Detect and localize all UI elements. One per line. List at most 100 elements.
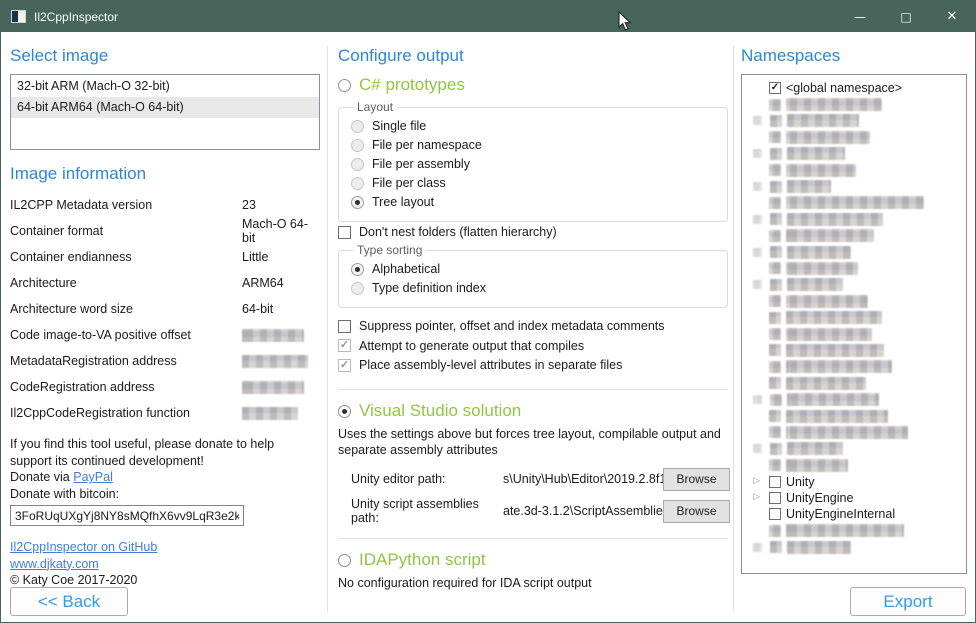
maximize-icon[interactable]: □ <box>883 1 929 32</box>
redacted-label <box>787 114 859 127</box>
namespace-item-redacted[interactable] <box>753 408 962 424</box>
layout-option[interactable]: File per namespace <box>351 136 717 154</box>
redacted-label <box>787 180 831 193</box>
redacted-expander <box>753 182 762 191</box>
namespace-item-redacted[interactable] <box>753 129 962 145</box>
output-option-checkbox[interactable]: ✓Place assembly-level attributes in sepa… <box>338 356 730 374</box>
output-option-checkbox-label: Suppress pointer, offset and index metad… <box>359 319 665 333</box>
github-link[interactable]: Il2CppInspector on GitHub <box>10 540 157 554</box>
namespace-item-redacted[interactable] <box>753 211 962 227</box>
namespace-item-redacted[interactable] <box>753 244 962 260</box>
redacted-checkbox <box>770 279 782 291</box>
output-option-checkbox[interactable]: ✓Attempt to generate output that compile… <box>338 337 730 355</box>
csharp-prototypes-label: C# prototypes <box>359 75 465 95</box>
namespace-item[interactable]: UnityEngineInternal <box>753 506 962 522</box>
layout-option[interactable]: File per class <box>351 174 717 192</box>
website-link[interactable]: www.djkaty.com <box>10 557 99 571</box>
namespace-item-redacted[interactable] <box>753 359 962 375</box>
namespace-item-redacted[interactable] <box>753 309 962 325</box>
namespace-item[interactable]: ✓<global namespace> <box>753 80 962 96</box>
back-button[interactable]: << Back <box>10 587 128 616</box>
namespace-item-redacted[interactable] <box>753 523 962 539</box>
radio-icon[interactable] <box>338 554 351 567</box>
type-sorting-option[interactable]: Alphabetical <box>351 260 717 278</box>
checkbox-icon[interactable]: ✓ <box>338 359 351 372</box>
namespace-item-redacted[interactable] <box>753 260 962 276</box>
checkbox-icon[interactable] <box>769 508 781 520</box>
redacted-label <box>786 98 882 111</box>
redacted-checkbox <box>769 361 781 373</box>
radio-icon[interactable] <box>351 177 364 190</box>
info-value: 23 <box>242 198 256 212</box>
namespace-item-redacted[interactable] <box>753 539 962 555</box>
idapython-description: No configuration required for IDA script… <box>338 575 730 591</box>
namespace-item[interactable]: ▷UnityEngine <box>753 490 962 506</box>
redacted-checkbox <box>769 344 781 356</box>
namespace-item-redacted[interactable] <box>753 441 962 457</box>
browse-script-assemblies-button[interactable]: Browse <box>663 500 730 523</box>
minimize-icon[interactable]: — <box>837 1 883 32</box>
type-sorting-option[interactable]: Type definition index <box>351 279 717 297</box>
namespace-item-redacted[interactable] <box>753 375 962 391</box>
info-row: MetadataRegistration address <box>10 348 320 374</box>
image-list-item[interactable]: 64-bit ARM64 (Mach-O 64-bit) <box>11 97 319 118</box>
browse-editor-path-button[interactable]: Browse <box>663 468 730 491</box>
info-key: Architecture <box>10 276 77 290</box>
redacted-label <box>787 278 843 291</box>
checkbox-icon[interactable] <box>338 226 351 239</box>
radio-icon[interactable] <box>351 120 364 133</box>
namespace-item-redacted[interactable] <box>753 96 962 112</box>
expander-icon[interactable]: ▷ <box>753 492 764 503</box>
namespace-item-redacted[interactable] <box>753 228 962 244</box>
radio-icon[interactable] <box>351 196 364 209</box>
unity-script-assemblies-path-value[interactable]: ate.3d-3.1.2\ScriptAssemblies <box>503 504 663 518</box>
bitcoin-address-field[interactable] <box>10 505 244 526</box>
output-option-checkbox[interactable]: Suppress pointer, offset and index metad… <box>338 317 730 335</box>
radio-icon[interactable] <box>351 282 364 295</box>
namespace-item-redacted[interactable] <box>753 277 962 293</box>
idapython-script-radio[interactable]: IDAPython script <box>338 549 730 571</box>
image-list-item[interactable]: 32-bit ARM (Mach-O 32-bit) <box>11 76 319 97</box>
radio-icon[interactable] <box>338 79 351 92</box>
radio-icon[interactable] <box>351 158 364 171</box>
csharp-prototypes-radio[interactable]: C# prototypes <box>338 74 730 96</box>
redacted-expander <box>753 149 762 158</box>
checkbox-icon[interactable] <box>338 320 351 333</box>
unity-editor-path-value[interactable]: s\Unity\Hub\Editor\2019.2.8f1 <box>503 472 663 486</box>
namespace-item-redacted[interactable] <box>753 424 962 440</box>
paypal-link[interactable]: PayPal <box>73 470 113 484</box>
redacted-checkbox <box>769 426 781 438</box>
namespace-item-redacted[interactable] <box>753 178 962 194</box>
namespace-item-redacted[interactable] <box>753 457 962 473</box>
namespace-item-redacted[interactable] <box>753 391 962 407</box>
layout-option[interactable]: Tree layout <box>351 193 717 211</box>
copyright-text: © Katy Coe 2017-2020 <box>10 573 137 587</box>
checkbox-icon[interactable]: ✓ <box>769 82 781 94</box>
namespace-item-redacted[interactable] <box>753 293 962 309</box>
image-list[interactable]: 32-bit ARM (Mach-O 32-bit)64-bit ARM64 (… <box>10 74 320 150</box>
checkbox-icon[interactable] <box>769 492 781 504</box>
title-bar: Il2CppInspector — □ ✕ <box>1 1 975 32</box>
namespace-item-redacted[interactable] <box>753 342 962 358</box>
namespace-item-redacted[interactable] <box>753 162 962 178</box>
namespace-item-redacted[interactable] <box>753 326 962 342</box>
radio-icon[interactable] <box>351 139 364 152</box>
column-divider-left <box>327 46 328 612</box>
radio-icon[interactable] <box>351 263 364 276</box>
checkbox-icon[interactable]: ✓ <box>338 339 351 352</box>
namespace-item-redacted[interactable] <box>753 146 962 162</box>
layout-option[interactable]: Single file <box>351 117 717 135</box>
visual-studio-solution-radio[interactable]: Visual Studio solution <box>338 400 730 422</box>
flatten-hierarchy-checkbox[interactable]: Don't nest folders (flatten hierarchy) <box>338 223 730 241</box>
export-button[interactable]: Export <box>850 587 966 616</box>
namespace-item-redacted[interactable] <box>753 113 962 129</box>
layout-option[interactable]: File per assembly <box>351 155 717 173</box>
namespace-item[interactable]: ▷Unity <box>753 473 962 489</box>
expander-icon[interactable]: ▷ <box>753 476 764 487</box>
namespace-item-redacted[interactable] <box>753 195 962 211</box>
layout-options: Single fileFile per namespaceFile per as… <box>351 117 717 211</box>
namespaces-list[interactable]: ✓<global namespace> ▷Unity▷UnityEngineUni… <box>741 74 967 574</box>
close-icon[interactable]: ✕ <box>929 1 975 32</box>
checkbox-icon[interactable] <box>769 476 781 488</box>
radio-icon[interactable] <box>338 405 351 418</box>
